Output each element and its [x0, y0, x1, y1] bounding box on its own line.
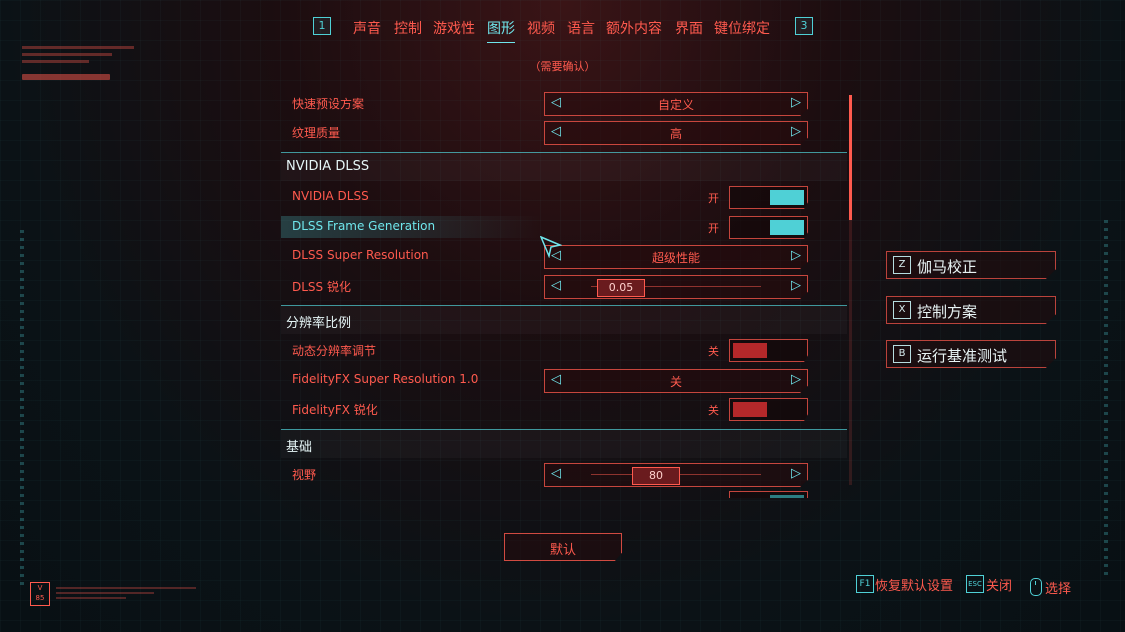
section-header-dlss: NVIDIA DLSS	[281, 152, 847, 181]
tab-key-bindings[interactable]: 键位绑定	[714, 18, 770, 38]
key-hint: B	[893, 345, 911, 363]
mouse-icon	[1030, 578, 1042, 596]
section-header-resolution-scaling: 分辨率比例	[281, 305, 847, 334]
prev-tab-key[interactable]: 1	[313, 17, 331, 35]
top-navigation: 1 声音 控制 游戏性 图形 视频 语言 额外内容 界面 键位绑定 3	[0, 14, 1125, 43]
arrow-right-icon[interactable]: ▷	[791, 372, 801, 388]
button-label: 控制方案	[917, 303, 978, 321]
dynamic-resolution-toggle[interactable]	[729, 339, 808, 362]
setting-label: 视野	[292, 468, 317, 482]
arrow-right-icon[interactable]: ▷	[791, 95, 801, 111]
select-label: 选择	[1045, 582, 1072, 597]
setting-row-frame-generation[interactable]: DLSS Frame Generation 开	[281, 212, 847, 242]
texture-quality-selector[interactable]: ◁ 高 ▷	[544, 121, 808, 145]
mouse-cursor-icon	[540, 236, 562, 258]
setting-label: 纹理质量	[292, 126, 341, 140]
tab-extra-content[interactable]: 额外内容	[606, 18, 662, 38]
key-hint: X	[893, 301, 911, 319]
arrow-left-icon[interactable]: ◁	[551, 278, 561, 294]
restore-defaults-label[interactable]: 恢复默认设置	[875, 575, 953, 594]
toggle-off-indicator	[733, 343, 767, 358]
restore-defaults-key[interactable]: F1	[856, 575, 874, 593]
selector-value: 自定义	[657, 98, 694, 112]
setting-label: DLSS 锐化	[292, 280, 351, 294]
run-benchmark-button[interactable]: B 运行基准测试	[886, 340, 1056, 368]
setting-row-quick-preset[interactable]: 快速预设方案 ◁ 自定义 ▷	[281, 88, 847, 118]
tab-sound[interactable]: 声音	[353, 18, 381, 38]
button-label: 伽马校正	[917, 258, 978, 276]
partial-toggle[interactable]	[729, 491, 808, 498]
setting-label: FidelityFX 锐化	[292, 403, 378, 417]
fov-slider[interactable]: ◁ 80 ▷	[544, 463, 808, 487]
toggle-state-text: 开	[708, 222, 719, 235]
hud-decoration-right-strip	[1104, 220, 1108, 580]
setting-label: NVIDIA DLSS	[292, 189, 369, 203]
super-resolution-selector[interactable]: ◁ 超级性能 ▷	[544, 245, 808, 269]
confirmation-note: （需要确认）	[529, 60, 596, 73]
nvidia-dlss-toggle[interactable]	[729, 186, 808, 209]
toggle-state-text: 开	[708, 192, 719, 205]
frame-generation-toggle[interactable]	[729, 216, 808, 239]
button-label: 默认	[549, 543, 576, 558]
tab-graphics[interactable]: 图形	[487, 18, 515, 43]
settings-panel: 快速预设方案 ◁ 自定义 ▷ 纹理质量 ◁ 高 ▷ NVIDIA DLSS NV…	[281, 88, 847, 498]
tab-controls[interactable]: 控制	[394, 18, 422, 38]
hud-decoration-left-strip	[20, 230, 24, 590]
setting-row-field-of-view[interactable]: 视野 ◁ 80 ▷	[281, 459, 847, 489]
setting-row-dlss-sharpen[interactable]: DLSS 锐化 ◁ 0.05 ▷	[281, 271, 847, 301]
section-title: 基础	[286, 440, 313, 455]
fsr-selector[interactable]: ◁ 关 ▷	[544, 369, 808, 393]
tab-interface[interactable]: 界面	[675, 18, 703, 38]
setting-row-super-resolution[interactable]: DLSS Super Resolution ◁ 超级性能 ▷	[281, 241, 847, 271]
arrow-right-icon[interactable]: ▷	[791, 248, 801, 264]
close-label[interactable]: 关闭	[986, 575, 1012, 594]
gamma-correction-button[interactable]: Z 伽马校正	[886, 251, 1056, 279]
toggle-state-text: 关	[708, 345, 719, 358]
arrow-left-icon[interactable]: ◁	[551, 466, 561, 482]
arrow-right-icon[interactable]: ▷	[791, 466, 801, 482]
toggle-off-indicator	[733, 402, 767, 417]
setting-label: DLSS Frame Generation	[292, 219, 436, 233]
selector-value: 关	[669, 375, 682, 389]
arrow-right-icon[interactable]: ▷	[791, 278, 801, 294]
setting-label: FidelityFX Super Resolution 1.0	[292, 372, 479, 386]
setting-label: DLSS Super Resolution	[292, 248, 429, 262]
section-title: 分辨率比例	[286, 316, 352, 331]
next-tab-key[interactable]: 3	[795, 17, 813, 35]
tab-gameplay[interactable]: 游戏性	[433, 18, 475, 38]
tab-video[interactable]: 视频	[527, 18, 555, 38]
toggle-on-indicator	[770, 220, 804, 235]
control-scheme-button[interactable]: X 控制方案	[886, 296, 1056, 324]
version-badge-icon: V 85	[30, 582, 50, 606]
hud-decoration-bottom-left	[56, 584, 196, 604]
default-button[interactable]: 默认	[504, 533, 622, 561]
setting-row-fsr[interactable]: FidelityFX Super Resolution 1.0 ◁ 关 ▷	[281, 365, 847, 395]
slider-thumb[interactable]: 80	[632, 467, 680, 485]
section-header-basic: 基础	[281, 429, 847, 458]
scrollbar-thumb[interactable]	[849, 95, 852, 220]
selector-value: 高	[669, 127, 682, 141]
setting-row-dynamic-resolution[interactable]: 动态分辨率调节 关	[281, 335, 847, 365]
section-title: NVIDIA DLSS	[286, 159, 370, 174]
fidelityfx-sharpen-toggle[interactable]	[729, 398, 808, 421]
toggle-on-indicator	[770, 495, 804, 498]
selector-value: 超级性能	[651, 251, 700, 265]
setting-label: 动态分辨率调节	[292, 344, 377, 358]
setting-row-texture-quality[interactable]: 纹理质量 ◁ 高 ▷	[281, 117, 847, 147]
quick-preset-selector[interactable]: ◁ 自定义 ▷	[544, 92, 808, 116]
setting-row-fidelityfx-sharpen[interactable]: FidelityFX 锐化 关	[281, 394, 847, 424]
close-key[interactable]: ESC	[966, 575, 984, 593]
settings-scrollbar[interactable]	[849, 95, 852, 485]
setting-row-partial	[281, 488, 847, 498]
toggle-on-indicator	[770, 190, 804, 205]
dlss-sharpen-slider[interactable]: ◁ 0.05 ▷	[544, 275, 808, 299]
slider-thumb[interactable]: 0.05	[597, 279, 645, 297]
arrow-right-icon[interactable]: ▷	[791, 124, 801, 140]
key-hint: Z	[893, 256, 911, 274]
setting-row-nvidia-dlss[interactable]: NVIDIA DLSS 开	[281, 182, 847, 212]
button-label: 运行基准测试	[917, 347, 1008, 365]
tab-language[interactable]: 语言	[567, 18, 595, 38]
setting-label: 快速预设方案	[292, 97, 365, 111]
toggle-state-text: 关	[708, 404, 719, 417]
